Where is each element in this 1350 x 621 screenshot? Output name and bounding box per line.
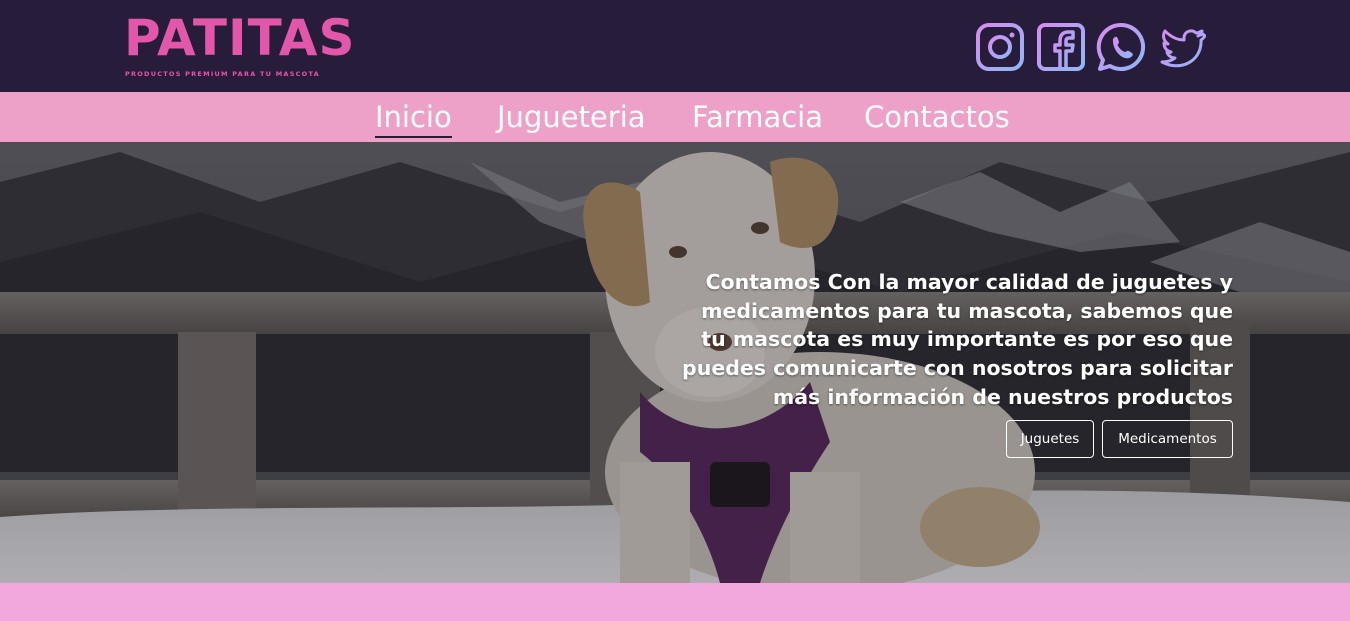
facebook-link[interactable] xyxy=(1036,22,1086,72)
juguetes-button[interactable]: Juguetes xyxy=(1006,420,1094,458)
brand-tagline: PRODUCTOS PREMIUM PARA TU MASCOTA xyxy=(125,70,320,78)
main-nav: Inicio Jugueteria Farmacia Contactos xyxy=(0,92,1350,142)
hero-description: Contamos Con la mayor calidad de juguete… xyxy=(682,270,1233,409)
brand-logo[interactable]: PATITAS PRODUCTOS PREMIUM PARA TU MASCOT… xyxy=(124,9,355,81)
footer-strip xyxy=(0,583,1350,621)
whatsapp-link[interactable] xyxy=(1096,22,1146,72)
facebook-icon xyxy=(1037,23,1085,71)
site-header: PATITAS PRODUCTOS PREMIUM PARA TU MASCOT… xyxy=(0,0,1350,92)
whatsapp-icon xyxy=(1096,22,1146,71)
instagram-icon xyxy=(976,23,1024,71)
nav-inicio[interactable]: Inicio xyxy=(375,98,452,138)
instagram-link[interactable] xyxy=(975,22,1025,72)
nav-contactos[interactable]: Contactos xyxy=(864,98,1010,138)
medicamentos-button[interactable]: Medicamentos xyxy=(1102,420,1233,458)
twitter-icon xyxy=(1160,29,1206,68)
brand-name: PATITAS xyxy=(124,9,356,67)
nav-farmacia[interactable]: Farmacia xyxy=(692,98,823,138)
hero-banner: Contamos Con la mayor calidad de juguete… xyxy=(0,142,1350,583)
twitter-link[interactable] xyxy=(1156,22,1206,72)
nav-jugueteria[interactable]: Jugueteria xyxy=(497,98,646,138)
